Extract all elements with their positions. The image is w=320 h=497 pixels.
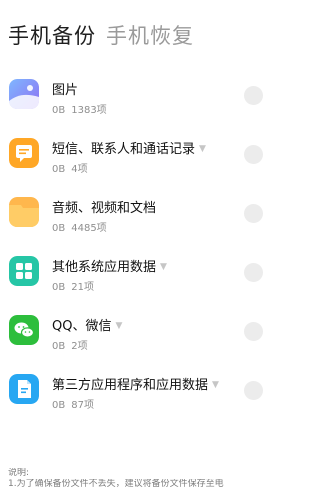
- backup-item-list: 图片 0B 1383项 短信、联系人和通话记录 ▼ 0B 4项 音频、视频和文档…: [0, 70, 279, 424]
- select-checkbox[interactable]: [244, 86, 263, 105]
- item-size: 0B: [52, 164, 66, 175]
- select-checkbox[interactable]: [244, 322, 263, 341]
- select-checkbox[interactable]: [244, 381, 263, 400]
- item-subtitle: 0B 2项: [52, 337, 88, 352]
- item-subtitle: 0B 4项: [52, 160, 88, 175]
- item-size: 0B: [52, 341, 66, 352]
- expand-arrow-icon[interactable]: ▼: [160, 262, 167, 272]
- item-size: 0B: [52, 400, 66, 411]
- item-subtitle: 0B 4485项: [52, 219, 107, 234]
- item-count: 4项: [71, 164, 88, 175]
- item-title: 图片: [52, 83, 79, 98]
- item-size: 0B: [52, 282, 66, 293]
- wechat-icon: [9, 315, 39, 345]
- apps-grid-icon: [9, 256, 39, 286]
- list-item-messages[interactable]: 短信、联系人和通话记录 ▼ 0B 4项: [0, 129, 279, 188]
- item-title: QQ、微信 ▼: [52, 319, 123, 334]
- expand-arrow-icon[interactable]: ▼: [212, 380, 219, 390]
- item-count: 21项: [71, 282, 94, 293]
- tab-bar: 手机备份 手机恢复: [8, 20, 194, 50]
- item-count: 87项: [71, 400, 94, 411]
- tab-backup[interactable]: 手机备份: [8, 20, 96, 50]
- item-size: 0B: [52, 105, 66, 116]
- list-item-third-party-apps[interactable]: 第三方应用程序和应用数据 ▼ 0B 87项: [0, 365, 279, 424]
- tab-restore[interactable]: 手机恢复: [106, 20, 194, 50]
- note-title: 说明:: [8, 468, 30, 478]
- item-count: 2项: [71, 341, 88, 352]
- list-item-images[interactable]: 图片 0B 1383项: [0, 70, 279, 129]
- item-subtitle: 0B 1383项: [52, 101, 107, 116]
- note-line-1: 1.为了确保备份文件不丢失，建议将备份文件保存至电: [8, 479, 224, 489]
- select-checkbox[interactable]: [244, 145, 263, 164]
- select-checkbox[interactable]: [244, 263, 263, 282]
- item-title: 音频、视频和文档: [52, 201, 157, 216]
- explanation-note: 说明: 1.为了确保备份文件不丢失，建议将备份文件保存至电: [8, 468, 276, 490]
- item-count: 4485项: [71, 223, 107, 234]
- item-count: 1383项: [71, 105, 107, 116]
- image-icon: [9, 79, 39, 109]
- item-title: 其他系统应用数据 ▼: [52, 260, 167, 275]
- expand-arrow-icon[interactable]: ▼: [115, 321, 122, 331]
- item-title: 短信、联系人和通话记录 ▼: [52, 142, 206, 157]
- list-item-qq-wechat[interactable]: QQ、微信 ▼ 0B 2项: [0, 306, 279, 365]
- item-size: 0B: [52, 223, 66, 234]
- folder-icon: [9, 197, 39, 227]
- expand-arrow-icon[interactable]: ▼: [199, 144, 206, 154]
- message-icon: [9, 138, 39, 168]
- item-subtitle: 0B 21项: [52, 278, 94, 293]
- list-item-media[interactable]: 音频、视频和文档 0B 4485项: [0, 188, 279, 247]
- item-title: 第三方应用程序和应用数据 ▼: [52, 378, 219, 393]
- app-file-icon: [9, 374, 39, 404]
- select-checkbox[interactable]: [244, 204, 263, 223]
- list-item-system-apps[interactable]: 其他系统应用数据 ▼ 0B 21项: [0, 247, 279, 306]
- item-subtitle: 0B 87项: [52, 396, 94, 411]
